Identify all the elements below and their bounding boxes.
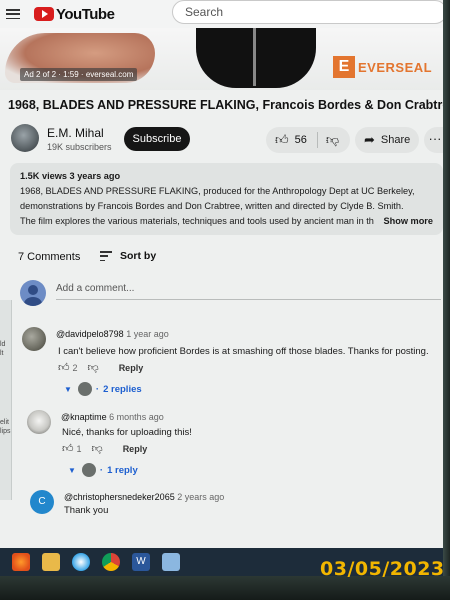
chevron-down-icon: ▼ <box>64 384 72 394</box>
youtube-logo[interactable]: YouTube <box>34 5 115 23</box>
user-avatar <box>20 280 46 306</box>
add-comment-input[interactable]: Add a comment... <box>56 283 134 294</box>
comment-reply-button[interactable]: Reply <box>123 444 148 454</box>
comment-author[interactable]: @christophersnedeker2065 <box>64 492 175 502</box>
description-line-2: demonstrations by Francois Bordes and Do… <box>20 201 404 211</box>
background-window-text: elit <box>0 419 9 426</box>
sort-icon <box>100 251 112 261</box>
comment-author-line: @christophersnedeker2065 2 years ago <box>64 492 224 502</box>
thumbs-down-icon[interactable]: 👎︎ <box>326 132 339 148</box>
reply-author-avatar <box>77 382 92 396</box>
comments-count: 7 Comments <box>18 251 81 263</box>
photo-date-stamp: 03/05/2023 <box>320 558 445 580</box>
subscriber-count: 19K subscribers <box>47 142 112 152</box>
ad-image-zipper <box>253 28 256 86</box>
like-divider <box>316 132 318 148</box>
app-icon[interactable] <box>162 553 180 571</box>
sort-by-button[interactable]: Sort by <box>100 250 156 262</box>
chrome-icon[interactable] <box>102 553 120 571</box>
comment-dislike-icon[interactable]: 👎︎ <box>88 361 99 374</box>
search-input[interactable]: Search <box>172 0 443 24</box>
background-window-text: ld <box>0 341 6 348</box>
share-label: Share <box>380 134 411 146</box>
separator-dot: · <box>99 464 104 476</box>
like-count[interactable]: 56 <box>295 134 307 146</box>
comment-time[interactable]: 6 months ago <box>109 412 164 422</box>
ad-brand-logo-icon: E <box>333 56 355 78</box>
screen: YouTube Search Ad 2 of 2 · 1:59 · everse… <box>0 0 443 548</box>
view-replies-button[interactable]: ▼ · 2 replies <box>64 382 142 396</box>
ad-label[interactable]: Ad 2 of 2 · 1:59 · everseal.com <box>20 68 138 81</box>
firefox-icon[interactable] <box>12 553 30 571</box>
description-line-3-text: The film explores the various materials,… <box>20 216 374 226</box>
replies-count: 1 reply <box>107 464 138 476</box>
comment-avatar[interactable] <box>22 327 46 351</box>
ad-banner[interactable]: Ad 2 of 2 · 1:59 · everseal.com E EVERSE… <box>0 28 443 90</box>
ad-brand-name[interactable]: EVERSEAL <box>358 60 432 75</box>
file-explorer-icon[interactable] <box>42 553 60 571</box>
reply-author-avatar <box>81 463 96 477</box>
comment-avatar[interactable] <box>27 410 51 434</box>
comment-like-count: 2 <box>72 362 78 373</box>
subscribe-button[interactable]: Subscribe <box>124 127 190 151</box>
add-comment-underline <box>56 299 441 300</box>
comment-reply-button[interactable]: Reply <box>119 363 144 373</box>
comment-avatar[interactable]: C <box>30 490 54 514</box>
channel-avatar[interactable] <box>11 124 39 152</box>
chevron-down-icon: ▼ <box>68 465 76 475</box>
background-window-text: lips <box>0 428 11 435</box>
like-dislike-group: 👍︎ 56 👎︎ <box>266 127 350 153</box>
ad-image-jacket <box>196 28 316 88</box>
comment-author[interactable]: @knaptime <box>61 412 107 422</box>
replies-count: 2 replies <box>103 383 142 395</box>
hamburger-menu-icon[interactable] <box>6 9 20 19</box>
thumbs-up-icon[interactable]: 👍︎ <box>275 132 289 148</box>
comment-actions: 👍︎ 1 👎︎ Reply <box>62 442 147 455</box>
youtube-play-icon <box>34 7 54 21</box>
comment-like-count: 1 <box>76 443 82 454</box>
comment-dislike-icon[interactable]: 👎︎ <box>92 442 103 455</box>
comment-text: I can't believe how proficient Bordes is… <box>58 346 429 357</box>
channel-name[interactable]: E.M. Mihal <box>47 126 104 140</box>
media-player-icon[interactable] <box>72 553 90 571</box>
description-box[interactable]: 1.5K views 3 years ago 1968, BLADES AND … <box>10 163 443 235</box>
description-line-3: The film explores the various materials,… <box>20 214 433 229</box>
more-actions-button[interactable]: ··· <box>424 127 443 153</box>
share-arrow-icon: ➦ <box>364 132 375 147</box>
separator-dot: · <box>95 383 100 395</box>
comment-like-icon[interactable]: 👍︎ <box>62 442 74 455</box>
comment-author-line: @davidpelo8798 1 year ago <box>56 329 169 339</box>
sort-by-label: Sort by <box>120 250 157 262</box>
video-title: 1968, BLADES AND PRESSURE FLAKING, Franc… <box>8 98 443 112</box>
word-icon[interactable]: W <box>132 553 150 571</box>
comment-author-line: @knaptime 6 months ago <box>61 412 164 422</box>
youtube-logo-text: YouTube <box>56 5 115 23</box>
monitor-bezel <box>443 0 450 600</box>
description-line-1: 1968, BLADES AND PRESSURE FLAKING, produ… <box>20 186 415 196</box>
comment-like-icon[interactable]: 👍︎ <box>58 361 70 374</box>
view-replies-button[interactable]: ▼ · 1 reply <box>68 463 138 477</box>
share-button[interactable]: ➦ Share <box>355 127 419 153</box>
comment-text: Nicé, thanks for uploading this! <box>62 427 192 438</box>
comment-time[interactable]: 1 year ago <box>126 329 169 339</box>
background-window-edge: ld lt elit lips <box>0 300 12 500</box>
comment-time[interactable]: 2 years ago <box>177 492 224 502</box>
show-more-button[interactable]: Show more <box>379 214 433 229</box>
top-bar: YouTube Search <box>0 0 443 28</box>
view-count-date: 1.5K views 3 years ago <box>20 171 121 181</box>
background-window-text: lt <box>0 350 4 357</box>
comment-actions: 👍︎ 2 👎︎ Reply <box>58 361 143 374</box>
comment-author[interactable]: @davidpelo8798 <box>56 329 124 339</box>
comment-text: Thank you <box>64 505 109 516</box>
